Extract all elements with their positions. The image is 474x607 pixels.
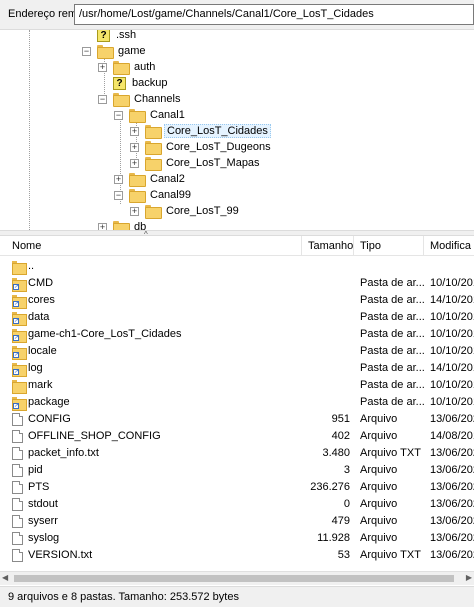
file-icon — [12, 515, 23, 528]
file-icon — [12, 430, 23, 443]
folder-link-icon: ↗ — [12, 362, 27, 377]
column-size[interactable]: Tamanho — [302, 236, 354, 256]
list-item[interactable]: ↗CMD Pasta de ar... 10/10/201 — [0, 275, 474, 292]
file-list-header: Nome Tamanho Tipo Modifica — [0, 236, 474, 256]
list-item[interactable]: syserr 479 Arquivo 13/06/202 — [0, 513, 474, 530]
list-item[interactable]: packet_info.txt 3.480 Arquivo TXT 13/06/… — [0, 445, 474, 462]
scroll-right-icon[interactable]: ▶ — [466, 573, 472, 582]
folder-icon — [12, 260, 27, 275]
scrollbar-thumb[interactable] — [14, 575, 454, 582]
column-type[interactable]: Tipo — [354, 236, 424, 256]
file-icon — [12, 549, 23, 562]
remote-address-bar: Endereço remoto: /usr/home/Lost/game/Cha… — [0, 0, 474, 30]
folder-icon — [129, 173, 146, 187]
status-bar: 9 arquivos e 8 pastas. Tamanho: 253.572 … — [0, 586, 474, 607]
list-item[interactable]: PTS 236.276 Arquivo 13/06/202 — [0, 479, 474, 496]
folder-link-icon: ↗ — [12, 277, 27, 292]
list-item[interactable]: ↗ game-ch1-Core_LosT_Cidades Pasta de ar.… — [0, 326, 474, 343]
list-item[interactable]: CONFIG 951 Arquivo 13/06/202 — [0, 411, 474, 428]
collapse-icon[interactable]: − — [114, 190, 123, 200]
folder-link-icon: ↗ — [12, 396, 27, 411]
list-item[interactable]: ↗data Pasta de ar... 10/10/201 — [0, 309, 474, 326]
expand-icon[interactable]: + — [130, 126, 139, 136]
list-item[interactable]: VERSION.txt 53 Arquivo TXT 13/06/202 — [0, 547, 474, 564]
file-icon — [12, 464, 23, 477]
file-icon — [12, 413, 23, 426]
question-folder-icon: ? — [113, 76, 126, 90]
list-item[interactable]: pid 3 Arquivo 13/06/202 — [0, 462, 474, 479]
collapse-icon[interactable]: − — [82, 46, 91, 56]
tree-item-channels[interactable]: − Channels — [98, 91, 182, 107]
column-modified[interactable]: Modifica — [424, 236, 474, 256]
remote-address-input[interactable]: /usr/home/Lost/game/Channels/Canal1/Core… — [74, 4, 474, 25]
folder-icon — [113, 93, 130, 107]
file-icon — [12, 447, 23, 460]
folder-link-icon: ↗ — [12, 345, 27, 360]
folder-icon — [129, 189, 146, 203]
list-item[interactable]: syslog 11.928 Arquivo 13/06/202 — [0, 530, 474, 547]
tree-item-canal2[interactable]: + Canal2 — [114, 171, 187, 187]
tree-item-canal1[interactable]: − Canal1 — [114, 107, 187, 123]
collapse-icon[interactable]: − — [114, 110, 123, 120]
list-item[interactable]: ↗package Pasta de ar... 10/10/201 — [0, 394, 474, 411]
list-item[interactable]: OFFLINE_SHOP_CONFIG 402 Arquivo 14/08/20… — [0, 428, 474, 445]
column-name[interactable]: Nome — [6, 236, 302, 256]
folder-icon — [97, 45, 114, 59]
file-icon — [12, 481, 23, 494]
folder-icon — [129, 109, 146, 123]
list-item[interactable]: stdout 0 Arquivo 13/06/202 — [0, 496, 474, 513]
tree-item-backup[interactable]: ? backup — [98, 75, 169, 91]
file-icon — [12, 498, 23, 511]
list-item[interactable]: ↗log Pasta de ar... 14/10/201 — [0, 360, 474, 377]
tree-item-core-lost-dugeons[interactable]: + Core_LosT_Dugeons — [130, 139, 273, 155]
tree-item-core-lost-cidades[interactable]: + Core_LosT_Cidades — [130, 123, 271, 139]
expand-icon[interactable]: + — [130, 206, 139, 216]
tree-item-auth[interactable]: + auth — [98, 59, 157, 75]
folder-icon — [113, 61, 130, 75]
list-item[interactable]: mark Pasta de ar... 10/10/201 — [0, 377, 474, 394]
folder-icon — [145, 141, 162, 155]
folder-icon — [145, 125, 162, 139]
collapse-icon[interactable]: − — [98, 94, 107, 104]
file-list[interactable]: .. ↗CMD Pasta de ar... 10/10/201 ↗cores … — [0, 258, 474, 588]
question-folder-icon: ? — [97, 30, 110, 42]
folder-link-icon: ↗ — [12, 294, 27, 309]
tree-item-db[interactable]: + db — [98, 219, 148, 230]
expand-icon[interactable]: + — [114, 174, 123, 184]
horizontal-scrollbar[interactable]: ◀ ▶ — [0, 571, 474, 585]
remote-directory-tree[interactable]: ? .ssh − game + auth ? backup − Channels… — [0, 30, 474, 230]
folder-icon — [145, 157, 162, 171]
expand-icon[interactable]: + — [130, 142, 139, 152]
expand-icon[interactable]: + — [98, 222, 107, 230]
tree-guide-line — [29, 30, 30, 230]
tree-item-game[interactable]: − game — [82, 43, 148, 59]
scroll-left-icon[interactable]: ◀ — [2, 573, 8, 582]
file-icon — [12, 532, 23, 545]
expand-icon[interactable]: + — [130, 158, 139, 168]
folder-link-icon: ↗ — [12, 328, 27, 343]
tree-item-core-lost-mapas[interactable]: + Core_LosT_Mapas — [130, 155, 262, 171]
list-item[interactable]: .. — [0, 258, 474, 275]
tree-item-canal99[interactable]: − Canal99 — [114, 187, 193, 203]
list-item[interactable]: ↗cores Pasta de ar... 14/10/201 — [0, 292, 474, 309]
tree-item-ssh[interactable]: ? .ssh — [82, 30, 138, 43]
folder-icon — [145, 205, 162, 219]
list-item[interactable]: ↗locale Pasta de ar... 10/10/201 — [0, 343, 474, 360]
folder-link-icon: ↗ — [12, 311, 27, 326]
folder-icon — [12, 379, 27, 394]
tree-item-core-lost-99[interactable]: + Core_LosT_99 — [130, 203, 241, 219]
folder-icon — [113, 221, 130, 230]
expand-icon[interactable]: + — [98, 62, 107, 72]
